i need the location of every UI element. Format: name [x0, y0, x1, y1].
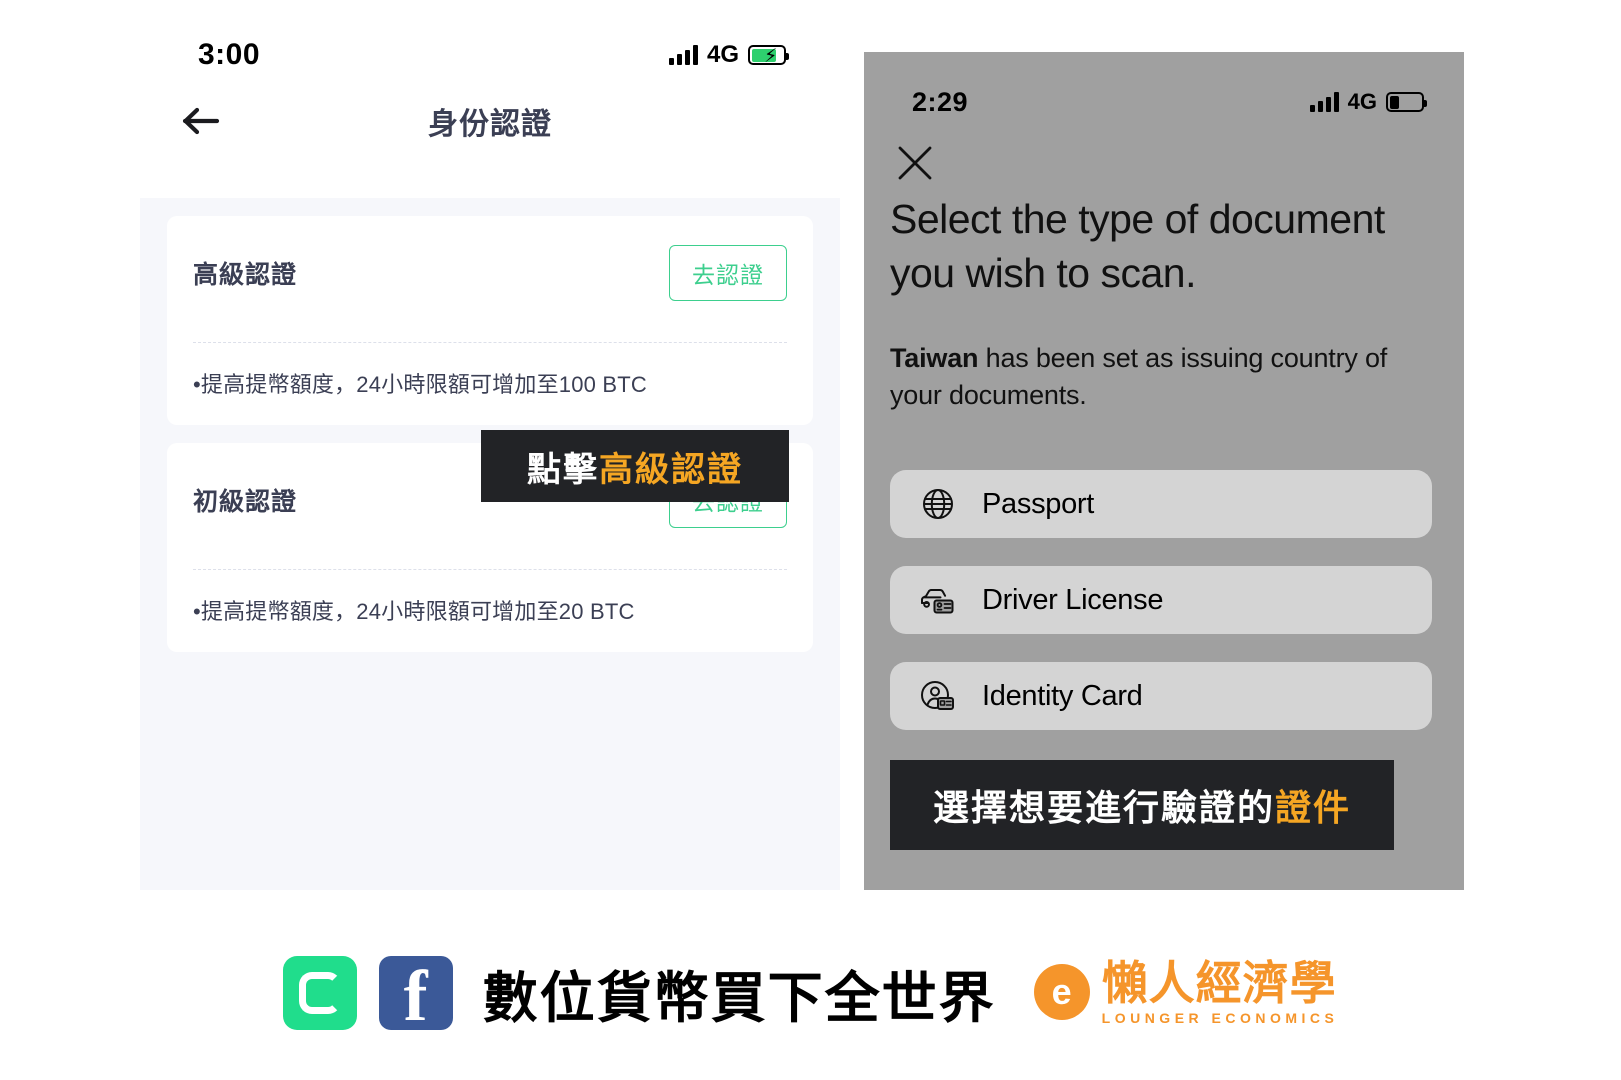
back-arrow-icon[interactable] — [180, 103, 224, 139]
document-option-identity-card[interactable]: Identity Card — [890, 662, 1432, 730]
annotation-caption-left: 點擊 高級認證 — [481, 430, 789, 502]
battery-low-icon — [1386, 92, 1427, 112]
status-indicators: 4G — [1309, 89, 1427, 115]
caption-plain-text: 點擊 — [527, 450, 599, 489]
document-type-list: Passport Driver License Identity Card — [890, 470, 1432, 758]
caption-plain-text: 選擇想要進行驗證的 — [932, 787, 1275, 828]
identity-card-icon — [916, 674, 960, 718]
facebook-glyph: f — [403, 956, 428, 1030]
cellular-bars-icon — [1309, 92, 1339, 112]
issuing-country-name: Taiwan — [890, 343, 979, 373]
network-label: 4G — [1347, 89, 1377, 114]
status-indicators: 4G ⚡ — [668, 41, 789, 69]
verify-button-advanced[interactable]: 去認證 — [669, 245, 787, 301]
card-header: 高級認證 去認證 — [193, 242, 787, 304]
car-license-icon — [916, 578, 960, 622]
document-option-passport[interactable]: Passport — [890, 470, 1432, 538]
page-title: 身份認證 — [428, 108, 552, 141]
card-description: •提高提幣額度，24小時限額可增加至20 BTC — [193, 599, 635, 624]
right-status-bar: 2:29 4G — [864, 52, 1464, 118]
card-description: •提高提幣額度，24小時限額可增加至100 BTC — [193, 372, 647, 397]
screenshot-root: 3:00 4G ⚡ 身份認證 高級認證 去認證 •提高提幣額度，24小時限額可增… — [0, 0, 1621, 1080]
document-option-label: Driver License — [982, 583, 1164, 616]
caption-highlight-text: 高級認證 — [599, 450, 743, 489]
globe-icon — [916, 482, 960, 526]
brand-bar: f 數位貨幣買下全世界 e 懶人經濟學 LOUNGER ECONOMICS — [0, 905, 1621, 1080]
lounger-name-cn: 懶人經濟學 — [1101, 957, 1337, 1010]
card-title: 初級認證 — [193, 488, 298, 516]
lounger-text-block: 懶人經濟學 LOUNGER ECONOMICS — [1101, 957, 1339, 1026]
caption-highlight-text: 證件 — [1275, 787, 1352, 828]
left-status-bar: 3:00 4G ⚡ — [140, 0, 840, 80]
app-logo-icon — [282, 955, 357, 1030]
close-x-icon[interactable] — [892, 140, 938, 186]
card-title: 高級認證 — [193, 261, 298, 289]
lounger-logo: e 懶人經濟學 LOUNGER ECONOMICS — [1033, 957, 1339, 1026]
verification-card-advanced: 高級認證 去認證 •提高提幣額度，24小時限額可增加至100 BTC — [167, 216, 813, 425]
status-time: 3:00 — [198, 38, 261, 71]
lounger-mark-icon: e — [1033, 964, 1090, 1021]
facebook-icon[interactable]: f — [378, 955, 453, 1030]
network-label: 4G — [706, 41, 739, 68]
document-option-driver-license[interactable]: Driver License — [890, 566, 1432, 634]
battery-charging-icon: ⚡ — [748, 45, 789, 67]
scan-heading: Select the type of document you wish to … — [890, 196, 1385, 297]
brand-title: 數位貨幣買下全世界 — [482, 966, 996, 1029]
cellular-bars-icon — [668, 45, 698, 65]
left-nav-bar: 身份認證 — [140, 80, 840, 162]
status-time: 2:29 — [912, 86, 969, 117]
lounger-name-en: LOUNGER ECONOMICS — [1101, 1009, 1339, 1026]
document-option-label: Passport — [982, 487, 1095, 520]
document-option-label: Identity Card — [982, 679, 1143, 712]
issuing-country-note: Taiwan has been set as issuing country o… — [890, 340, 1438, 413]
annotation-caption-right: 選擇想要進行驗證的 證件 — [890, 760, 1394, 850]
verification-list: 高級認證 去認證 •提高提幣額度，24小時限額可增加至100 BTC 初級認證 … — [140, 198, 840, 890]
